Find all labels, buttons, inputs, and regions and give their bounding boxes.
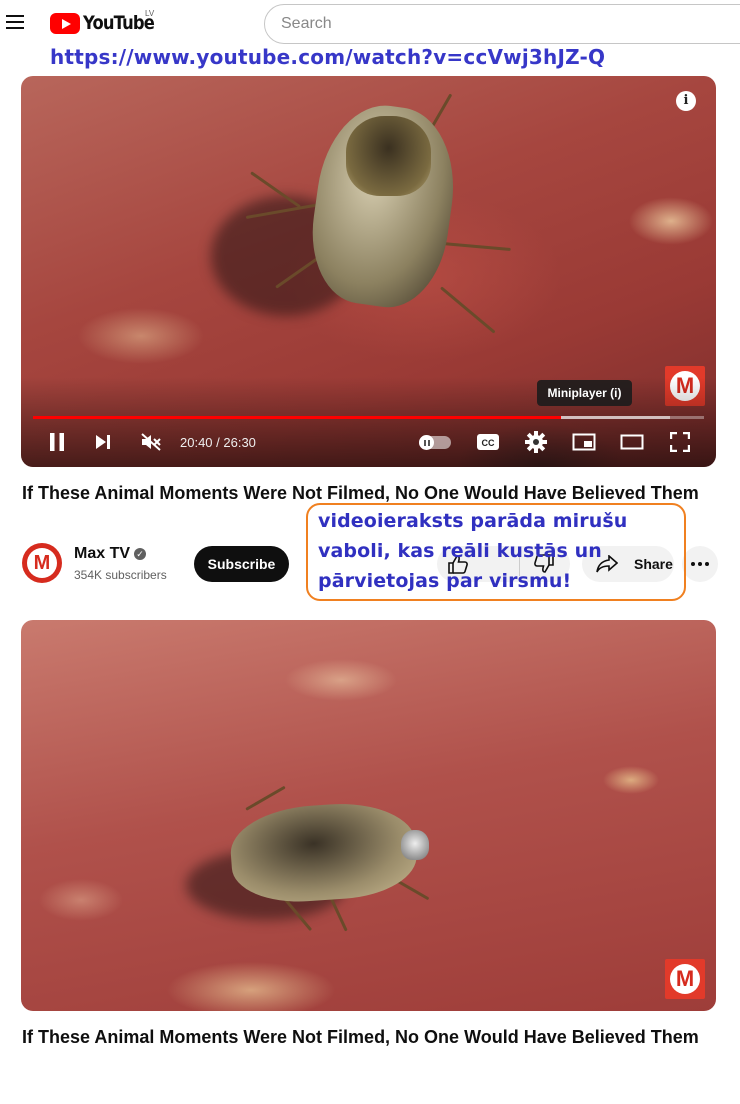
more-icon[interactable] — [682, 546, 718, 582]
annotation-callout: videoieraksts parāda mirušu vaboli, kas … — [306, 503, 686, 601]
time-display: 20:40 / 26:30 — [180, 435, 256, 450]
menu-icon[interactable] — [6, 15, 24, 29]
pause-icon[interactable] — [45, 428, 69, 456]
progress-played — [33, 416, 562, 419]
subscriber-count: 354K subscribers — [74, 568, 167, 582]
channel-name-row[interactable]: Max TV ✓ — [74, 545, 147, 563]
logo-wordmark: YouTube — [83, 12, 155, 34]
youtube-logo[interactable]: YouTube LV — [50, 9, 165, 35]
video-title-2: If These Animal Moments Were Not Filmed,… — [22, 1027, 699, 1047]
beetle-head — [346, 116, 431, 196]
channel-name[interactable]: Max TV — [74, 545, 130, 562]
fullscreen-icon[interactable] — [667, 428, 693, 456]
miniplayer-tooltip: Miniplayer (i) — [537, 380, 632, 406]
autoplay-toggle-icon[interactable] — [419, 435, 451, 450]
miniplayer-icon[interactable] — [570, 428, 598, 456]
next-icon[interactable] — [91, 428, 115, 456]
avatar-letter: M — [27, 548, 57, 578]
youtube-logo-icon — [50, 12, 80, 34]
subscribe-button[interactable]: Subscribe — [194, 546, 289, 582]
overlay-url-text: https://www.youtube.com/watch?v=ccVwj3hJ… — [50, 45, 606, 69]
progress-bar[interactable] — [33, 416, 704, 419]
search-placeholder: Search — [281, 15, 332, 32]
svg-text:CC: CC — [482, 438, 495, 448]
settings-icon[interactable] — [523, 428, 549, 456]
channel-avatar[interactable]: M — [22, 543, 62, 583]
video-frame-2: M — [21, 620, 716, 1011]
verified-icon: ✓ — [134, 548, 147, 560]
autoplay-toggle-knob — [419, 435, 434, 450]
info-icon[interactable]: i — [676, 91, 696, 111]
beetle-head — [401, 830, 429, 860]
mute-icon[interactable] — [138, 428, 164, 456]
video-player[interactable]: i M 20:40 / 26:30 CC — [21, 76, 716, 467]
channel-watermark-2: M — [665, 959, 705, 999]
theater-icon[interactable] — [618, 428, 646, 456]
captions-icon[interactable]: CC — [475, 428, 501, 456]
region-code: LV — [145, 9, 155, 18]
search-input[interactable]: Search — [264, 4, 740, 44]
watermark-letter-2: M — [670, 964, 700, 994]
